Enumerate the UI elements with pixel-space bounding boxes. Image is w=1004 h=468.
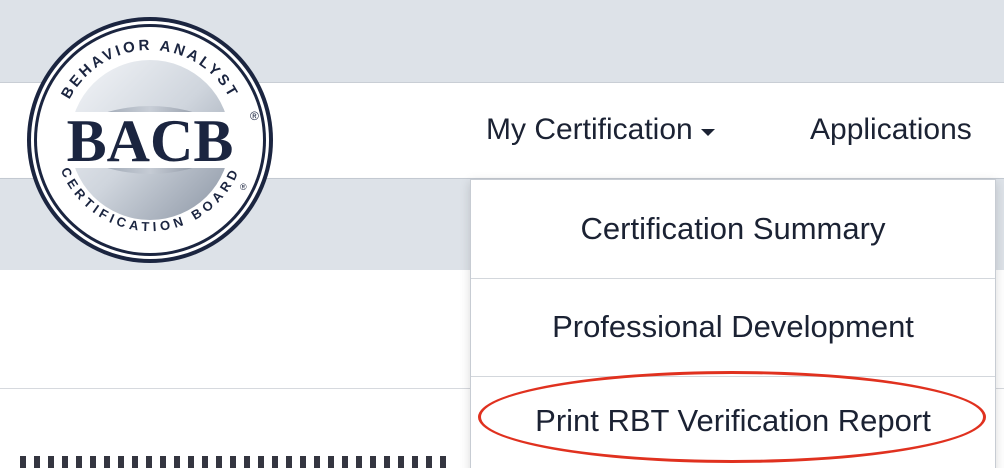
nav-applications[interactable]: Applications — [810, 82, 972, 178]
my-certification-dropdown: Certification Summary Professional Devel… — [470, 179, 996, 468]
menu-item-print-rbt-verification-report[interactable]: Print RBT Verification Report — [471, 376, 995, 468]
bacb-logo[interactable]: BEHAVIOR ANALYST CERTIFICATION BOARD ® B… — [24, 14, 276, 266]
logo-arc-registered: ® — [240, 182, 247, 192]
menu-item-professional-development[interactable]: Professional Development — [471, 278, 995, 375]
menu-item-label: Certification Summary — [580, 210, 886, 246]
nav-applications-label: Applications — [810, 113, 972, 146]
page: BEHAVIOR ANALYST CERTIFICATION BOARD ® B… — [0, 0, 1004, 468]
caret-down-icon — [700, 128, 715, 136]
logo-registered-mark: ® — [250, 109, 259, 123]
menu-item-label: Professional Development — [552, 309, 914, 344]
content-text-fragment — [20, 456, 450, 468]
menu-item-label: Print RBT Verification Report — [535, 403, 931, 438]
nav-my-certification[interactable]: My Certification — [486, 82, 715, 178]
nav-my-certification-label: My Certification — [486, 113, 693, 146]
logo-wordmark: BACB — [67, 108, 234, 174]
menu-item-certification-summary[interactable]: Certification Summary — [471, 180, 995, 277]
